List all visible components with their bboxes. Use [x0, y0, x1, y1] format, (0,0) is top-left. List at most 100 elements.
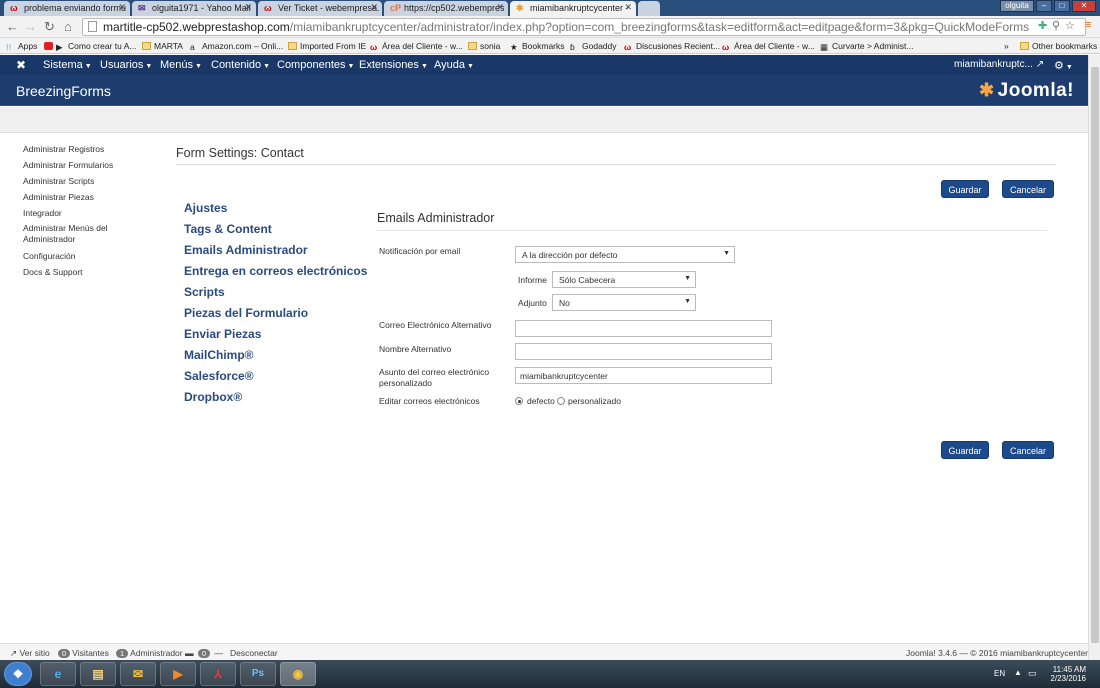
menu-contenido[interactable]: Contenido ▼ [211, 59, 270, 71]
bookmark-item[interactable]: ▶ Como crear tu A... [44, 41, 137, 52]
sidebar-item-formularios[interactable]: Administrar Formularios [23, 160, 113, 171]
language-indicator[interactable]: EN [994, 669, 1005, 678]
star-icon[interactable]: ☆ [1065, 19, 1075, 32]
bookmark-item[interactable]: ω Discusiones Recient... [624, 41, 720, 52]
bookmark-item[interactable]: a Amazon.com – Onli... [190, 41, 283, 52]
back-icon[interactable]: ← [6, 19, 19, 34]
apps-icon: ⁝⁝ [6, 42, 12, 52]
bookmark-item[interactable]: ★ Bookmarks [510, 41, 565, 52]
outlook-icon[interactable]: ✉ [120, 662, 156, 686]
alt-name-input[interactable] [515, 343, 772, 360]
bookmark-item[interactable]: ω Área del Cliente - w... [370, 41, 463, 52]
menu-componentes[interactable]: Componentes ▼ [277, 59, 354, 71]
nav-scripts[interactable]: Scripts [184, 285, 225, 299]
menu-extensiones[interactable]: Extensiones ▼ [359, 59, 428, 71]
menu-ayuda[interactable]: Ayuda ▼ [434, 59, 474, 71]
bookmark-item[interactable]: MARTA [142, 41, 183, 51]
sidebar-item-registros[interactable]: Administrar Registros [23, 144, 104, 155]
acrobat-icon[interactable]: ⅄ [200, 662, 236, 686]
chevron-right-icon[interactable]: » [1004, 41, 1009, 51]
browser-tab[interactable]: ✉ olguita1971 - Yahoo Mail ✕ [132, 1, 256, 16]
other-bookmarks[interactable]: Other bookmarks [1020, 41, 1097, 51]
radio-defecto[interactable] [515, 397, 523, 405]
start-button-icon[interactable]: ❖ [4, 662, 32, 686]
new-tab-button[interactable] [638, 1, 660, 16]
pin-icon[interactable]: ⚲ [1052, 19, 1060, 32]
nav-piezas-formulario[interactable]: Piezas del Formulario [184, 306, 308, 320]
cancel-button[interactable]: Cancelar [1002, 180, 1054, 198]
bookmark-item[interactable]: Imported From IE [288, 41, 366, 51]
bookmark-item[interactable]: ▦ Curvarte > Administ... [820, 41, 914, 52]
sidebar-item-configuracion[interactable]: Configuración [23, 251, 75, 262]
home-icon[interactable]: ⌂ [64, 19, 72, 34]
sidebar-item-integrador[interactable]: Integrador [23, 208, 62, 219]
nav-emails-admin[interactable]: Emails Administrador [184, 243, 308, 257]
user-site-link[interactable]: miamibankruptc... ↗ [954, 59, 1044, 70]
save-button-bottom[interactable]: Guardar [941, 441, 989, 459]
close-icon[interactable]: ✕ [370, 2, 378, 13]
close-icon[interactable]: ✕ [624, 2, 632, 13]
nav-dropbox[interactable]: Dropbox® [184, 390, 242, 404]
bookmark-item[interactable]: ω Área del Cliente - w... [722, 41, 815, 52]
close-icon[interactable]: ✕ [496, 2, 504, 13]
notif-select[interactable]: A la dirección por defecto ▼ [515, 246, 735, 263]
sidebar-item-docs[interactable]: Docs & Support [23, 267, 83, 278]
bookmark-item[interactable]: ⁝⁝ Apps [6, 41, 37, 52]
nav-entrega-correos[interactable]: Entrega en correos electrónicos [184, 264, 367, 278]
nav-enviar-piezas[interactable]: Enviar Piezas [184, 327, 261, 341]
sidebar-item-menus[interactable]: Administrar Menús del Administrador [23, 223, 143, 245]
tray-arrow-icon[interactable]: ▲ [1014, 668, 1022, 677]
logout-link[interactable]: Desconectar [230, 648, 278, 658]
clock[interactable]: 11:45 AM 2/23/2016 [1050, 665, 1086, 683]
browser-tab-active[interactable]: ✱ miamibankruptcycenter - ✕ [510, 1, 636, 16]
scrollbar-thumb[interactable] [1091, 67, 1099, 643]
url-input[interactable]: martitle-cp502.webprestashop.com/miamiba… [82, 18, 1086, 36]
external-link-icon: ↗ [10, 648, 18, 658]
nav-salesforce[interactable]: Salesforce® [184, 369, 254, 383]
subject-input[interactable]: miamibankruptcycenter [515, 367, 772, 384]
view-site-link[interactable]: ↗ Ver sitio [10, 648, 50, 659]
divider [377, 230, 1047, 231]
joomla-icon[interactable]: ✖ [16, 58, 26, 72]
radio-personalizado[interactable] [557, 397, 565, 405]
chrome-icon[interactable]: ◉ [280, 662, 316, 686]
network-icon[interactable]: ▭ [1028, 668, 1037, 679]
close-window-icon[interactable]: ✕ [1072, 0, 1096, 12]
adjunto-select[interactable]: No ▼ [552, 294, 696, 311]
sidebar-item-piezas[interactable]: Administrar Piezas [23, 192, 94, 203]
menu-menus[interactable]: Menús ▼ [160, 59, 202, 71]
close-icon[interactable]: ✕ [244, 2, 252, 13]
amazon-icon: a [190, 42, 195, 52]
bookmark-item[interactable]: sonia [468, 41, 500, 51]
maximize-icon[interactable]: □ [1054, 0, 1070, 12]
menu-sistema[interactable]: Sistema ▼ [43, 59, 92, 71]
browser-tab[interactable]: cP https://cp502.webempres ✕ [384, 1, 508, 16]
informe-label: Informe [518, 275, 547, 285]
extension-icon[interactable]: ✚ [1038, 19, 1047, 32]
nav-ajustes[interactable]: Ajustes [184, 201, 227, 215]
save-button[interactable]: Guardar [941, 180, 989, 198]
alt-email-input[interactable] [515, 320, 772, 337]
file-explorer-icon[interactable]: ▤ [80, 662, 116, 686]
cancel-button-bottom[interactable]: Cancelar [1002, 441, 1054, 459]
menu-usuarios[interactable]: Usuarios ▼ [100, 59, 152, 71]
nav-mailchimp[interactable]: MailChimp® [184, 348, 254, 362]
scrollbar[interactable] [1088, 55, 1100, 660]
windows-taskbar: ❖ e ▤ ✉ ▶ ⅄ Ps ◉ EN ▲ ▭ 11:45 AM 2/23/20… [0, 660, 1100, 688]
close-icon[interactable]: ✕ [118, 2, 126, 13]
profile-button[interactable]: olguita [1000, 0, 1034, 12]
browser-tab[interactable]: ω problema enviando formu ✕ [4, 1, 130, 16]
minimize-icon[interactable]: – [1036, 0, 1052, 12]
sidebar-item-scripts[interactable]: Administrar Scripts [23, 176, 94, 187]
gear-icon[interactable]: ⚙ ▼ [1054, 59, 1073, 72]
menu-icon[interactable]: ≡ [1085, 19, 1091, 31]
nav-tags-content[interactable]: Tags & Content [184, 222, 272, 236]
reload-icon[interactable]: ↻ [44, 19, 55, 35]
photoshop-icon[interactable]: Ps [240, 662, 276, 686]
media-player-icon[interactable]: ▶ [160, 662, 196, 686]
browser-tab[interactable]: ω Ver Ticket - webempresa. ✕ [258, 1, 382, 16]
internet-explorer-icon[interactable]: e [40, 662, 76, 686]
informe-select[interactable]: Sólo Cabecera ▼ [552, 271, 696, 288]
bookmark-item[interactable]: ɓ Godaddy [570, 41, 617, 52]
forward-icon[interactable]: → [24, 19, 37, 34]
